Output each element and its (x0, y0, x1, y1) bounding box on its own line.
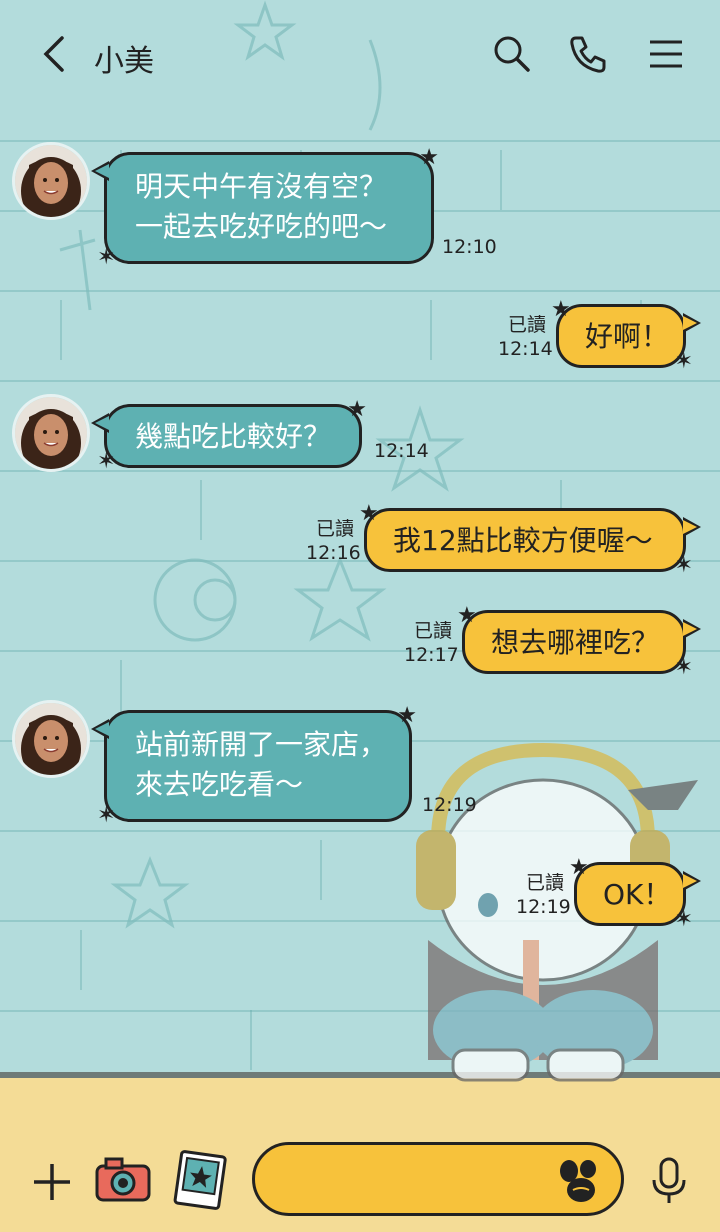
message-time: 12:19 (516, 896, 571, 918)
star-icon: ★ (569, 855, 589, 880)
avatar[interactable] (12, 394, 90, 472)
avatar[interactable] (12, 142, 90, 220)
message-text: OK！ (603, 878, 672, 911)
message-time: 12:16 (306, 542, 361, 564)
message-bubble-outgoing[interactable]: 想去哪裡吃？ ★ ✶ (457, 605, 701, 679)
message-time: 12:14 (374, 440, 429, 462)
star-icon: ✶ (674, 349, 693, 374)
read-receipt: 已讀 (315, 518, 354, 540)
read-receipt: 已讀 (413, 620, 452, 642)
microphone-icon[interactable] (646, 1156, 692, 1210)
message-bubble-outgoing[interactable]: 我12點比較方便喔～ ★ ✶ (359, 503, 701, 577)
message-time: 12:19 (422, 794, 477, 816)
message-bubble-incoming[interactable]: 明天中午有沒有空？ 一起去吃好吃的吧～ ★ ✶ (91, 147, 439, 269)
star-icon: ★ (347, 397, 367, 422)
read-receipt: 已讀 (507, 314, 546, 336)
message-bubble-outgoing[interactable]: OK！ ★ ✶ (569, 857, 701, 931)
read-receipt: 已讀 (525, 872, 564, 894)
menu-icon[interactable] (644, 32, 688, 76)
avatar[interactable] (12, 700, 90, 778)
plus-icon[interactable] (28, 1158, 76, 1210)
message-time: 12:17 (404, 644, 459, 666)
phone-icon[interactable] (566, 32, 610, 76)
message-time: 12:14 (498, 338, 553, 360)
message-text: 好啊！ (585, 320, 670, 353)
message-text: 我12點比較方便喔～ (393, 524, 653, 557)
message-text: 一起去吃好吃的吧～ (135, 210, 388, 243)
star-icon: ★ (457, 603, 477, 628)
chevron-left-icon[interactable] (36, 32, 76, 76)
star-icon: ✶ (674, 553, 693, 578)
message-input[interactable] (252, 1142, 624, 1216)
message-text: 幾點吃比較好？ (135, 420, 332, 453)
message-bubble-outgoing[interactable]: 好啊！ ★ ✶ (551, 299, 701, 373)
star-icon: ✶ (674, 907, 693, 932)
message-text: 明天中午有沒有空？ (135, 170, 388, 203)
message-bubble-incoming[interactable]: 幾點吃比較好？ ★ ✶ (91, 399, 367, 473)
search-icon[interactable] (490, 32, 534, 76)
message-text: 想去哪裡吃？ (491, 626, 660, 659)
star-icon: ✶ (97, 803, 116, 828)
message-time: 12:10 (442, 236, 497, 258)
message-text: 來去吃吃看～ (135, 768, 304, 801)
star-icon: ★ (419, 145, 439, 170)
photo-icon[interactable] (172, 1150, 228, 1216)
star-icon: ★ (397, 703, 417, 728)
chat-header: 小美 (0, 0, 720, 108)
star-icon: ★ (551, 297, 571, 322)
chat-title: 小美 (94, 44, 154, 79)
star-icon: ✶ (97, 245, 116, 270)
star-icon: ✶ (674, 655, 693, 680)
star-icon: ✶ (97, 449, 116, 474)
camera-icon[interactable] (94, 1154, 152, 1210)
message-bubble-incoming[interactable]: 站前新開了一家店， 來去吃吃看～ ★ ✶ (91, 705, 417, 827)
emoji-icon[interactable] (555, 1155, 603, 1209)
message-text: 站前新開了一家店， (135, 728, 388, 761)
star-icon: ★ (359, 501, 379, 526)
